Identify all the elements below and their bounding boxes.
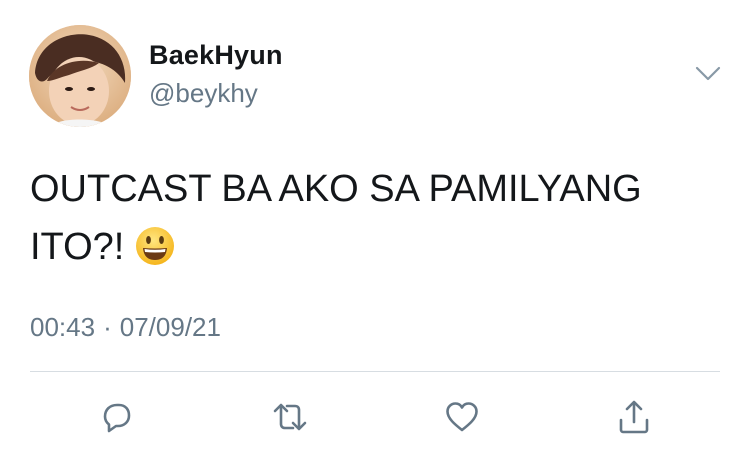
avatar[interactable] xyxy=(29,25,131,127)
tweet-text: OUTCAST BA AKO SA PAMILYANG ITO?! xyxy=(30,160,720,276)
reply-button[interactable] xyxy=(96,397,136,437)
tweet-timestamp[interactable]: 00:43 · 07/09/21 xyxy=(30,312,221,343)
share-icon xyxy=(619,400,649,434)
share-button[interactable] xyxy=(614,397,654,437)
retweet-button[interactable] xyxy=(270,397,310,437)
tweet-date: 07/09/21 xyxy=(119,312,221,342)
tweet-time: 00:43 xyxy=(30,312,96,342)
display-name[interactable]: BaekHyun xyxy=(149,40,283,71)
meta-separator: · xyxy=(103,312,112,342)
retweet-icon xyxy=(273,403,307,431)
handle[interactable]: @beykhy xyxy=(149,78,258,109)
divider xyxy=(30,371,720,372)
tweet-card: BaekHyun @beykhy OUTCAST BA AKO SA PAMIL… xyxy=(0,0,750,461)
heart-icon xyxy=(446,402,478,432)
chevron-down-icon[interactable] xyxy=(694,62,722,84)
tweet-body: OUTCAST BA AKO SA PAMILYANG ITO?! xyxy=(30,168,642,268)
avatar-image xyxy=(29,25,131,127)
grinning-face-emoji xyxy=(134,225,176,267)
reply-icon xyxy=(103,403,131,433)
like-button[interactable] xyxy=(442,397,482,437)
